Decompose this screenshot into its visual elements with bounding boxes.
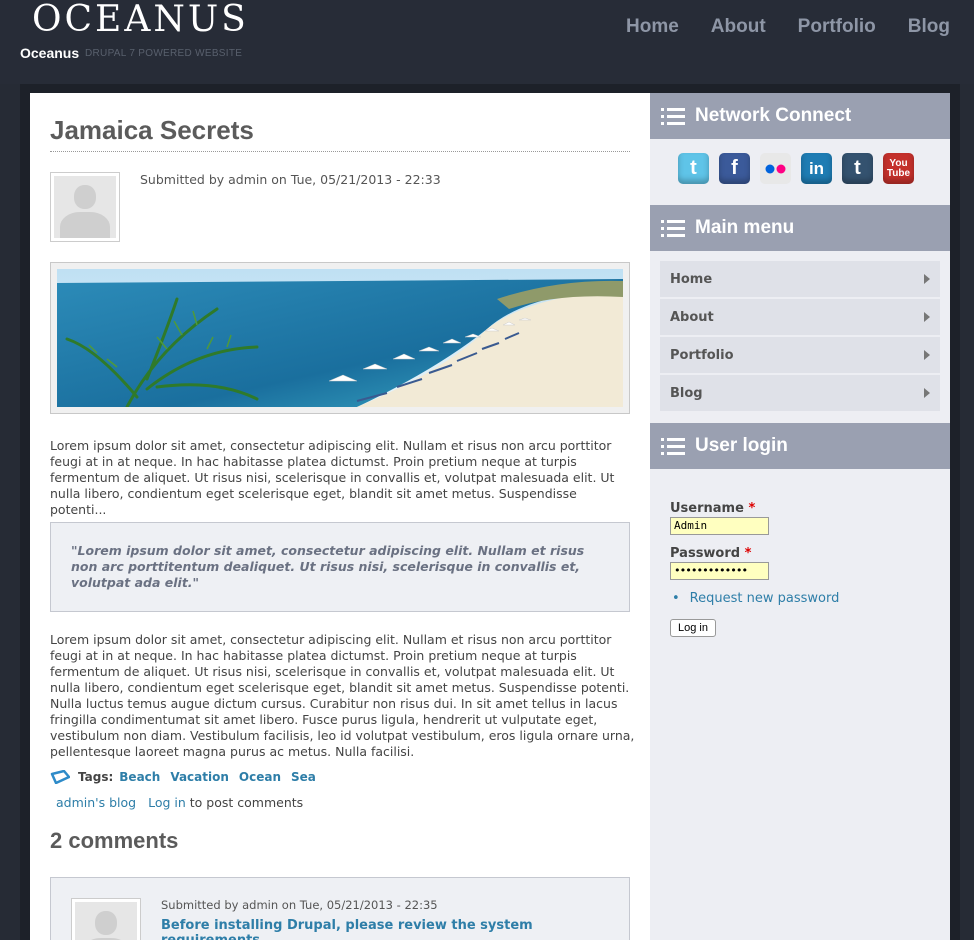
login-suffix: to post comments (189, 795, 304, 810)
tag-vacation[interactable]: Vacation (170, 770, 229, 784)
login-link[interactable]: Log in (148, 795, 186, 810)
comments-heading: 2 comments (50, 828, 179, 853)
quote-text: "Lorem ipsum dolor sit amet, consectetur… (71, 543, 585, 590)
menu-item-label: Home (670, 271, 713, 287)
site-logo[interactable]: OCEANUS (32, 0, 249, 40)
network-block-header: Network Connect (650, 93, 950, 139)
user-login-header: User login (650, 423, 950, 469)
chevron-right-icon (924, 388, 930, 398)
comment-avatar (71, 898, 141, 940)
author-blog-link[interactable]: admin's blog (56, 795, 136, 810)
main-menu-header: Main menu (650, 205, 950, 251)
tumblr-icon[interactable]: t (842, 153, 873, 184)
article-links: admin's blog Log in to post comments (56, 795, 303, 810)
beach-image (57, 269, 623, 407)
login-button[interactable]: Log in (670, 619, 716, 637)
tag-sea[interactable]: Sea (291, 770, 316, 784)
comment: Submitted by admin on Tue, 05/21/2013 - … (50, 877, 630, 940)
list-icon (661, 216, 685, 241)
menu-item-label: Blog (670, 385, 703, 401)
main-navigation: Home About Portfolio Blog (594, 16, 950, 38)
article-image (50, 262, 630, 414)
network-title: Network Connect (695, 105, 852, 126)
nav-about[interactable]: About (711, 16, 766, 38)
menu-item-portfolio[interactable]: Portfolio (660, 337, 940, 373)
nav-home[interactable]: Home (626, 16, 679, 38)
list-icon (661, 434, 685, 459)
comment-title[interactable]: Before installing Drupal, please review … (161, 918, 629, 940)
main-menu: Home About Portfolio Blog (660, 261, 940, 413)
username-label: Username * (670, 501, 756, 516)
article-submitted: Submitted by admin on Tue, 05/21/2013 - … (140, 172, 441, 187)
title-divider (50, 151, 630, 152)
tag-ocean[interactable]: Ocean (239, 770, 281, 784)
user-login-title: User login (695, 435, 788, 456)
chevron-right-icon (924, 350, 930, 360)
password-label: Password * (670, 546, 752, 561)
social-icons: t f in t You Tube (678, 153, 914, 184)
nav-blog[interactable]: Blog (908, 16, 950, 38)
menu-item-about[interactable]: About (660, 299, 940, 335)
article-intro: Lorem ipsum dolor sit amet, consectetur … (50, 438, 615, 517)
youtube-icon[interactable]: You Tube (883, 153, 914, 184)
author-avatar (50, 172, 120, 242)
main-menu-title: Main menu (695, 217, 795, 238)
tags-label: Tags: (78, 770, 114, 784)
tag-icon (50, 770, 70, 784)
list-icon (661, 104, 685, 129)
article-tags: Tags: Beach Vacation Ocean Sea (50, 770, 326, 784)
menu-item-blog[interactable]: Blog (660, 375, 940, 411)
tag-beach[interactable]: Beach (119, 770, 160, 784)
comment-submitted: Submitted by admin on Tue, 05/21/2013 - … (161, 898, 438, 912)
nav-portfolio[interactable]: Portfolio (798, 16, 876, 38)
linkedin-icon[interactable]: in (801, 153, 832, 184)
site-header: OCEANUS Oceanus DRUPAL 7 POWERED WEBSITE… (0, 0, 974, 84)
article-quote: "Lorem ipsum dolor sit amet, consectetur… (50, 522, 630, 612)
chevron-right-icon (924, 312, 930, 322)
username-field[interactable]: Admin (670, 517, 769, 535)
facebook-icon[interactable]: f (719, 153, 750, 184)
menu-item-label: About (670, 309, 714, 325)
password-field[interactable]: ••••••••••••• (670, 562, 769, 580)
request-password-item: Request new password (672, 591, 840, 606)
article-title: Jamaica Secrets (50, 115, 254, 145)
site-slogan: DRUPAL 7 POWERED WEBSITE (85, 48, 243, 59)
flickr-icon[interactable] (760, 153, 791, 184)
request-password-link[interactable]: Request new password (690, 591, 840, 606)
main-content: Jamaica Secrets Submitted by admin on Tu… (30, 93, 650, 940)
menu-item-label: Portfolio (670, 347, 734, 363)
site-name[interactable]: Oceanus (20, 45, 79, 61)
menu-item-home[interactable]: Home (660, 261, 940, 297)
article-body: Lorem ipsum dolor sit amet, consectetur … (50, 632, 635, 759)
twitter-icon[interactable]: t (678, 153, 709, 184)
chevron-right-icon (924, 274, 930, 284)
sidebar: Network Connect t f in t You Tube Main me… (650, 93, 950, 940)
